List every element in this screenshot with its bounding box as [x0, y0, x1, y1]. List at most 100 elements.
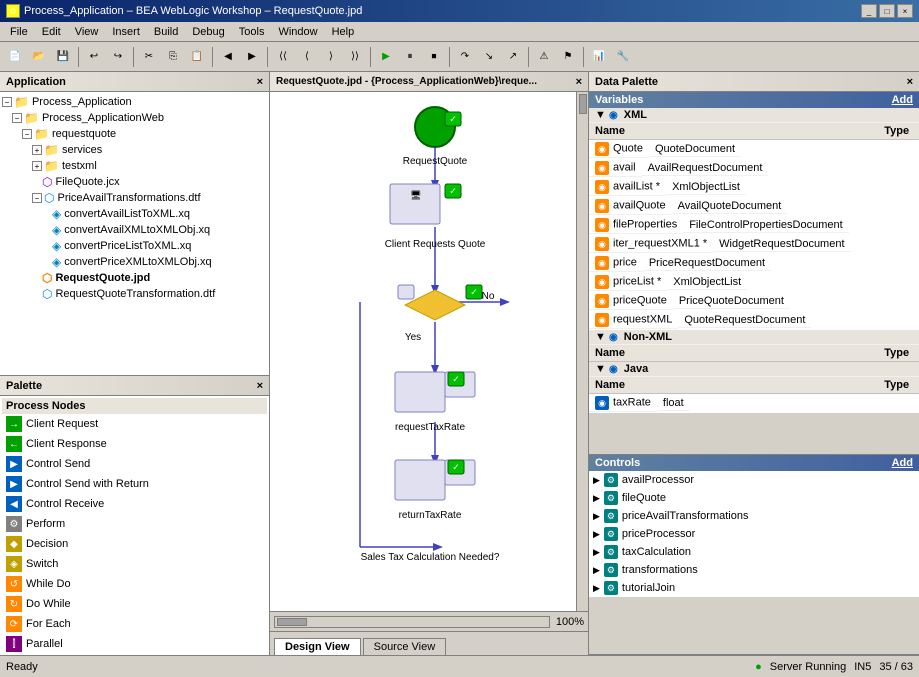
- step-button[interactable]: ↷: [454, 46, 476, 68]
- ctrl-transformations[interactable]: ▶ ⚙ transformations: [589, 561, 919, 579]
- application-tree[interactable]: − 📁 Process_Application − 📁 Process_Appl…: [0, 92, 269, 375]
- palette-close[interactable]: ×: [257, 380, 263, 392]
- menu-view[interactable]: View: [69, 24, 105, 40]
- tree-item-requestquote[interactable]: − 📁 requestquote: [2, 126, 267, 142]
- expand-services[interactable]: +: [32, 145, 42, 155]
- close-button[interactable]: ×: [897, 4, 913, 18]
- menu-debug[interactable]: Debug: [186, 24, 230, 40]
- expand-process-web[interactable]: −: [12, 113, 22, 123]
- menu-tools[interactable]: Tools: [233, 24, 271, 40]
- scroll-thumb-v[interactable]: [579, 94, 587, 114]
- center-panel-close[interactable]: ×: [576, 76, 582, 88]
- menu-window[interactable]: Window: [272, 24, 323, 40]
- tree-item-services[interactable]: + 📁 services: [2, 142, 267, 158]
- nav2-button[interactable]: ⟨: [296, 46, 318, 68]
- var-pricequote[interactable]: ◉priceQuote PriceQuoteDocument: [589, 292, 878, 311]
- extra1-button[interactable]: 📊: [588, 46, 610, 68]
- nonxml-expand[interactable]: ▼: [595, 331, 606, 343]
- palette-client-response[interactable]: ← Client Response: [2, 434, 267, 454]
- diagram-scrollbar-v[interactable]: [576, 92, 588, 611]
- back-button[interactable]: ◀: [217, 46, 239, 68]
- palette-client-request[interactable]: → Client Request: [2, 414, 267, 434]
- menu-insert[interactable]: Insert: [106, 24, 146, 40]
- var-pricelist[interactable]: ◉priceList * XmlObjectList: [589, 273, 878, 292]
- nav4-button[interactable]: ⟩⟩: [344, 46, 366, 68]
- variables-add-btn[interactable]: Add: [892, 94, 913, 106]
- ctrl-tutorial-join[interactable]: ▶ ⚙ tutorialJoin: [589, 579, 919, 597]
- ctrl-price-processor[interactable]: ▶ ⚙ priceProcessor: [589, 525, 919, 543]
- menu-edit[interactable]: Edit: [36, 24, 67, 40]
- ctrl-pp-expand[interactable]: ▶: [593, 529, 600, 540]
- palette-do-while[interactable]: ↻ Do While: [2, 594, 267, 614]
- palette-perform[interactable]: ⚙ Perform: [2, 514, 267, 534]
- expand-requestquote[interactable]: −: [22, 129, 32, 139]
- var-quote[interactable]: ◉Quote QuoteDocument: [589, 140, 878, 159]
- var-taxrate[interactable]: ◉taxRate float: [589, 394, 878, 413]
- paste-button[interactable]: 📋: [186, 46, 208, 68]
- palette-switch[interactable]: ◈ Switch: [2, 554, 267, 574]
- menu-help[interactable]: Help: [326, 24, 361, 40]
- palette-control-send-return[interactable]: ▶ Control Send with Return: [2, 474, 267, 494]
- maximize-button[interactable]: □: [879, 4, 895, 18]
- ctrl-tr-expand[interactable]: ▶: [593, 565, 600, 576]
- palette-decision[interactable]: ◆ Decision: [2, 534, 267, 554]
- nav1-button[interactable]: ⟨⟨: [272, 46, 294, 68]
- ctrl-tax-calculation[interactable]: ▶ ⚙ taxCalculation: [589, 543, 919, 561]
- tree-item-pricetransform[interactable]: − ⬡ PriceAvailTransformations.dtf: [2, 190, 267, 206]
- var-availquote[interactable]: ◉availQuote AvailQuoteDocument: [589, 197, 878, 216]
- run-button[interactable]: ▶: [375, 46, 397, 68]
- ctrl-fq-expand[interactable]: ▶: [593, 493, 600, 504]
- palette-while-do[interactable]: ↺ While Do: [2, 574, 267, 594]
- debug1-button[interactable]: ⚠: [533, 46, 555, 68]
- debug2-button[interactable]: ⚑: [557, 46, 579, 68]
- scroll-thumb-h[interactable]: [277, 618, 307, 626]
- tab-design-view[interactable]: Design View: [274, 638, 361, 655]
- palette-for-each[interactable]: ⟳ For Each: [2, 614, 267, 634]
- save-button[interactable]: 💾: [52, 46, 74, 68]
- open-button[interactable]: 📂: [28, 46, 50, 68]
- tree-item-requestquotejpd[interactable]: ⬡ RequestQuote.jpd: [2, 270, 267, 286]
- tree-item-convert4[interactable]: ◈ convertPriceXMLtoXMLObj.xq: [2, 254, 267, 270]
- controls-add-btn[interactable]: Add: [892, 457, 913, 469]
- diagram-area[interactable]: ✓ RequestQuote 🖥 ✓ Client Requests Quote…: [270, 92, 588, 611]
- expand-process-app[interactable]: −: [2, 97, 12, 107]
- var-avail[interactable]: ◉avail AvailRequestDocument: [589, 159, 878, 178]
- minimize-button[interactable]: _: [861, 4, 877, 18]
- tree-item-convert2[interactable]: ◈ convertAvailXMLtoXMLObj.xq: [2, 222, 267, 238]
- extra2-button[interactable]: 🔧: [612, 46, 634, 68]
- tab-source-view[interactable]: Source View: [363, 638, 447, 655]
- palette-parallel[interactable]: ⫿ Parallel: [2, 634, 267, 654]
- ctrl-avail-processor[interactable]: ▶ ⚙ availProcessor: [589, 471, 919, 489]
- palette-event-choice[interactable]: ⊕ Event Choice: [2, 654, 267, 655]
- diagram-scrollbar-h[interactable]: [274, 616, 550, 628]
- cut-button[interactable]: ✂: [138, 46, 160, 68]
- copy-button[interactable]: ⎘: [162, 46, 184, 68]
- xml-expand[interactable]: ▼: [595, 109, 606, 121]
- into-button[interactable]: ↘: [478, 46, 500, 68]
- var-fileprops[interactable]: ◉fileProperties FileControlPropertiesDoc…: [589, 216, 878, 235]
- pause-button[interactable]: ⏸: [399, 46, 421, 68]
- expand-pricetransform[interactable]: −: [32, 193, 42, 203]
- data-palette-close[interactable]: ×: [907, 76, 913, 88]
- ctrl-pat-expand[interactable]: ▶: [593, 511, 600, 522]
- menu-file[interactable]: File: [4, 24, 34, 40]
- var-price[interactable]: ◉price PriceRequestDocument: [589, 254, 878, 273]
- undo-button[interactable]: ↩: [83, 46, 105, 68]
- var-requestxml[interactable]: ◉requestXML QuoteRequestDocument: [589, 311, 878, 330]
- app-panel-close[interactable]: ×: [257, 76, 263, 88]
- palette-control-receive[interactable]: ◀ Control Receive: [2, 494, 267, 514]
- ctrl-tj-expand[interactable]: ▶: [593, 583, 600, 594]
- var-availlist[interactable]: ◉availList * XmlObjectList: [589, 178, 878, 197]
- ctrl-file-quote[interactable]: ▶ ⚙ fileQuote: [589, 489, 919, 507]
- redo-button[interactable]: ↪: [107, 46, 129, 68]
- out-button[interactable]: ↗: [502, 46, 524, 68]
- menu-build[interactable]: Build: [148, 24, 184, 40]
- new-button[interactable]: 📄: [4, 46, 26, 68]
- ctrl-avail-expand[interactable]: ▶: [593, 475, 600, 486]
- nav3-button[interactable]: ⟩: [320, 46, 342, 68]
- ctrl-tc-expand[interactable]: ▶: [593, 547, 600, 558]
- tree-item-testxml[interactable]: + 📁 testxml: [2, 158, 267, 174]
- tree-item-convert3[interactable]: ◈ convertPriceListToXML.xq: [2, 238, 267, 254]
- palette-control-send[interactable]: ▶ Control Send: [2, 454, 267, 474]
- tree-item-filequote[interactable]: ⬡ FileQuote.jcx: [2, 174, 267, 190]
